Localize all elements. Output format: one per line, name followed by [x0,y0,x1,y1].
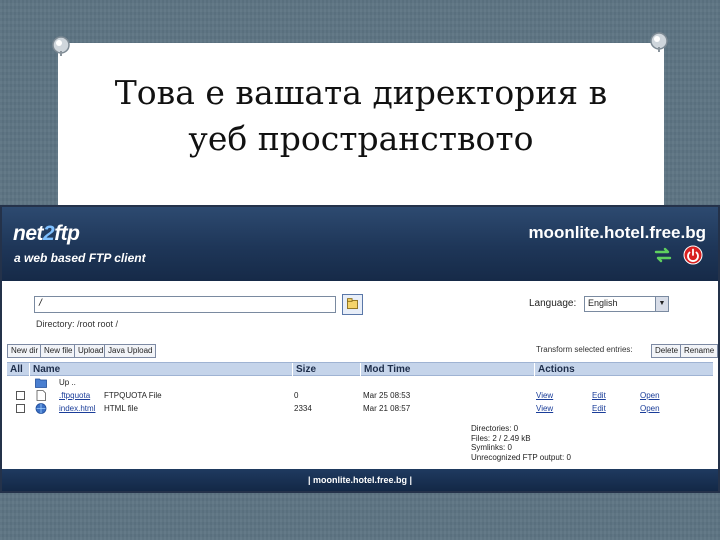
header-all[interactable]: All [7,363,23,376]
app-logo-subtitle: a web based FTP client [14,251,146,265]
table-row: index.html HTML file 2334 Mar 21 08:57 V… [7,402,713,415]
transform-selected-label: Transform selected entries: [536,345,633,354]
net2ftp-screenshot: net2ftp a web based FTP client moonlite.… [0,205,720,493]
file-mod-time: Mar 25 08:53 [363,391,411,400]
file-name-link[interactable]: index.html [59,402,95,415]
logout-icon[interactable] [683,245,703,265]
chevron-down-icon: ▼ [655,297,668,311]
stats-symlinks: Symlinks: 0 [471,443,512,452]
open-link[interactable]: Open [640,402,660,415]
directory-path: Directory: /root root / [36,319,119,329]
app-logo: net2ftp [13,222,80,245]
action-buttons: New dir New file Upload Java Upload Tran… [7,344,718,360]
slide-title-line-2: уеб пространството [188,119,534,158]
file-name-link[interactable]: .ftpquota [59,389,90,402]
stats-unrecognized: Unrecognized FTP output: 0 [471,452,571,462]
directory-input[interactable]: / [34,296,336,313]
table-row-up[interactable]: Up .. [7,376,713,389]
view-link[interactable]: View [536,389,553,402]
java-upload-button[interactable]: Java Upload [104,344,157,358]
app-footer: | moonlite.hotel.free.bg | [2,469,718,491]
pushpin-icon [650,32,668,52]
language-value: English [588,298,618,308]
view-link[interactable]: View [536,402,553,415]
toolbar: / Language: English ▼ [34,294,694,316]
stats-directories: Directories: 0 [471,424,519,433]
open-link[interactable]: Open [640,389,660,402]
file-mod-time: Mar 21 08:57 [363,404,411,413]
file-type: HTML file [104,404,138,413]
stats-files: Files: 2 / 2.49 kB [471,433,531,443]
file-icon [36,390,46,401]
file-type: FTPQUOTA File [104,391,162,400]
file-size: 2334 [294,404,312,413]
table-header: All Name Size Mod Time Actions [7,362,713,376]
html-file-icon [35,403,47,414]
header-name[interactable]: Name [29,363,60,376]
delete-button[interactable]: Delete [651,344,683,358]
hostname: moonlite.hotel.free.bg [528,223,706,242]
edit-link[interactable]: Edit [592,389,606,402]
directory-stats: Directories: 0 Files: 2 / 2.49 kB Symlin… [471,424,571,462]
up-link[interactable]: Up .. [59,376,76,389]
table-row: .ftpquota FTPQUOTA File 0 Mar 25 08:53 V… [7,389,713,402]
folder-icon [35,378,47,388]
edit-link[interactable]: Edit [592,402,606,415]
language-label: Language: [529,298,577,309]
header-size[interactable]: Size [292,363,316,376]
pushpin-icon [52,36,70,56]
header-mod-time[interactable]: Mod Time [360,363,410,376]
language-select[interactable]: English ▼ [584,296,669,312]
slide-title-line-1: Това е вашата директория в [114,73,608,112]
file-size: 0 [294,391,299,400]
app-header: net2ftp a web based FTP client moonlite.… [2,207,718,281]
row-checkbox[interactable] [16,404,25,413]
rename-button[interactable]: Rename [680,344,718,358]
upload-button[interactable]: Upload [74,344,108,358]
refresh-icon[interactable] [653,245,673,265]
header-actions: Actions [534,363,575,376]
go-button[interactable] [342,294,363,315]
row-checkbox[interactable] [16,391,25,400]
new-file-button[interactable]: New file [40,344,77,358]
new-dir-button[interactable]: New dir [7,344,43,358]
slide-title: Това е вашата директория в уеб пространс… [58,70,664,162]
